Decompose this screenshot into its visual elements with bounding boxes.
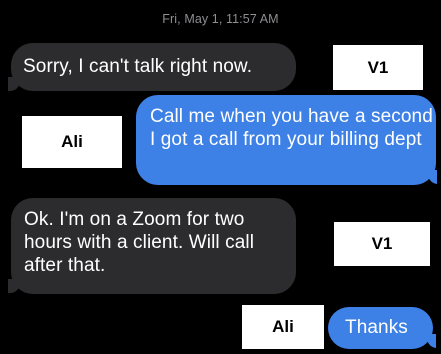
outgoing-message-bubble[interactable]: Thanks xyxy=(328,307,433,349)
message-text: Call me when you have a second I got a c… xyxy=(150,106,433,150)
incoming-message-bubble[interactable]: Sorry, I can't talk right now. xyxy=(11,43,296,91)
sender-label: V1 xyxy=(333,45,423,90)
message-timestamp: Fri, May 1, 11:57 AM xyxy=(162,12,279,26)
message-text: Thanks xyxy=(345,317,408,338)
message-text: Ok. I'm on a Zoom for two hours with a c… xyxy=(24,209,255,276)
sender-label: V1 xyxy=(334,222,430,266)
message-text: Sorry, I can't talk right now. xyxy=(23,56,253,77)
message-thread: Fri, May 1, 11:57 AM Sorry, I can't talk… xyxy=(0,0,441,354)
incoming-message-bubble[interactable]: Ok. I'm on a Zoom for two hours with a c… xyxy=(11,198,296,294)
bubble-tail-mask xyxy=(437,169,441,185)
bubble-tail-mask xyxy=(0,278,8,294)
sender-label: Ali xyxy=(242,305,324,349)
sender-label: Ali xyxy=(22,116,122,168)
bubble-tail-mask xyxy=(436,333,441,349)
bubble-tail-mask xyxy=(0,76,8,92)
outgoing-message-bubble[interactable]: Call me when you have a second I got a c… xyxy=(136,95,436,185)
